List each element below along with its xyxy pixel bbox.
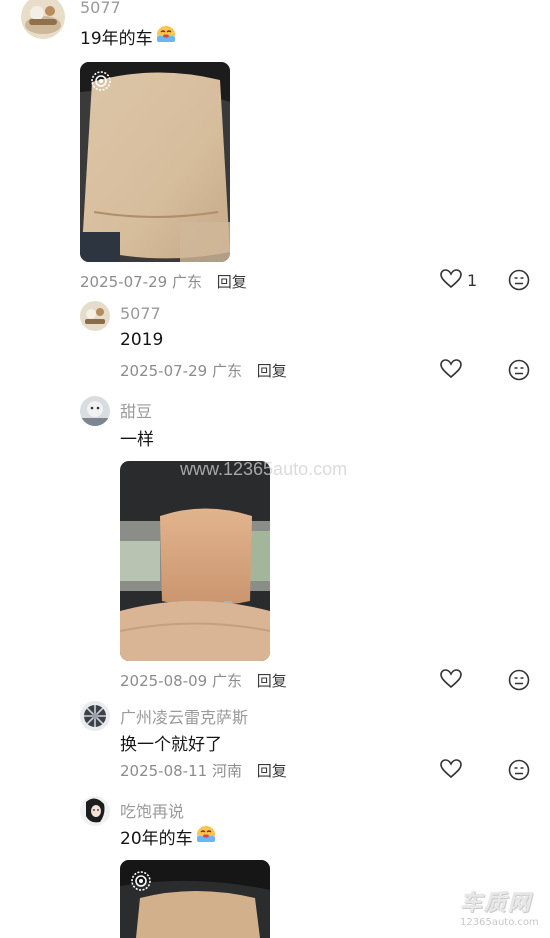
comment-text: 换一个就好了	[120, 735, 222, 755]
heart-outline-icon[interactable]	[440, 669, 462, 689]
avatar[interactable]	[80, 301, 110, 331]
comment-meta: 2025-07-29 广东 回复	[120, 360, 287, 381]
meh-face-icon[interactable]	[508, 359, 530, 381]
crying-face-emoji	[195, 824, 217, 849]
meh-face-icon[interactable]	[508, 669, 530, 691]
watermark-logo: 车质网 12365auto.com	[460, 892, 546, 936]
reply-button[interactable]: 回复	[257, 762, 287, 780]
live-photo-icon[interactable]	[90, 70, 112, 96]
like-count: 1	[467, 271, 478, 290]
comment-text: 20年的车	[120, 824, 217, 849]
avatar[interactable]	[80, 701, 110, 731]
comment-photo[interactable]	[80, 62, 230, 262]
watermark-logo-text: 车质网	[460, 891, 533, 916]
comment-username[interactable]: 广州凌云雷克萨斯	[120, 704, 248, 728]
comment-meta: 2025-08-09 广东 回复	[120, 670, 287, 691]
reply-button[interactable]: 回复	[257, 362, 287, 380]
comment-location: 广东	[211, 672, 242, 690]
reply-button[interactable]: 回复	[257, 672, 287, 690]
heart-outline-icon[interactable]	[440, 359, 462, 379]
comment-username[interactable]: 5077	[120, 304, 161, 323]
comment-text-content: 19年的车	[80, 29, 153, 49]
meh-face-icon[interactable]	[508, 269, 530, 291]
comment-date: 2025-07-29	[120, 362, 208, 380]
comment-meta: 2025-07-29 广东 回复	[80, 271, 247, 292]
heart-outline-icon[interactable]	[440, 759, 462, 779]
comment-username[interactable]: 甜豆	[120, 398, 152, 422]
comment-date: 2025-08-09	[120, 672, 208, 690]
avatar[interactable]	[21, 0, 65, 39]
crying-face-emoji	[155, 24, 177, 49]
comment-text: 一样	[120, 430, 154, 450]
avatar[interactable]	[80, 796, 110, 826]
comment-photo[interactable]	[120, 461, 270, 661]
watermark-logo-url: 12365auto.com	[460, 917, 539, 928]
comment-date: 2025-07-29	[80, 273, 168, 291]
reply-button[interactable]: 回复	[217, 273, 247, 291]
comment-text: 2019	[120, 330, 164, 350]
heart-outline-icon[interactable]	[440, 269, 462, 289]
comment-username[interactable]: 吃饱再说	[120, 798, 184, 822]
avatar[interactable]	[80, 396, 110, 426]
live-photo-icon[interactable]	[130, 870, 152, 896]
meh-face-icon[interactable]	[508, 759, 530, 781]
comment-date: 2025-08-11	[120, 762, 208, 780]
comment-text-content: 20年的车	[120, 829, 193, 849]
comment-location: 广东	[171, 273, 202, 291]
comment-username[interactable]: 5077	[80, 0, 121, 17]
comment-text: 19年的车	[80, 24, 177, 49]
comment-meta: 2025-08-11 河南 回复	[120, 760, 287, 781]
watermark-text: www.12365auto.com	[180, 459, 348, 479]
comment-location: 河南	[211, 762, 242, 780]
comment-location: 广东	[211, 362, 242, 380]
comment-photo[interactable]	[120, 860, 270, 938]
